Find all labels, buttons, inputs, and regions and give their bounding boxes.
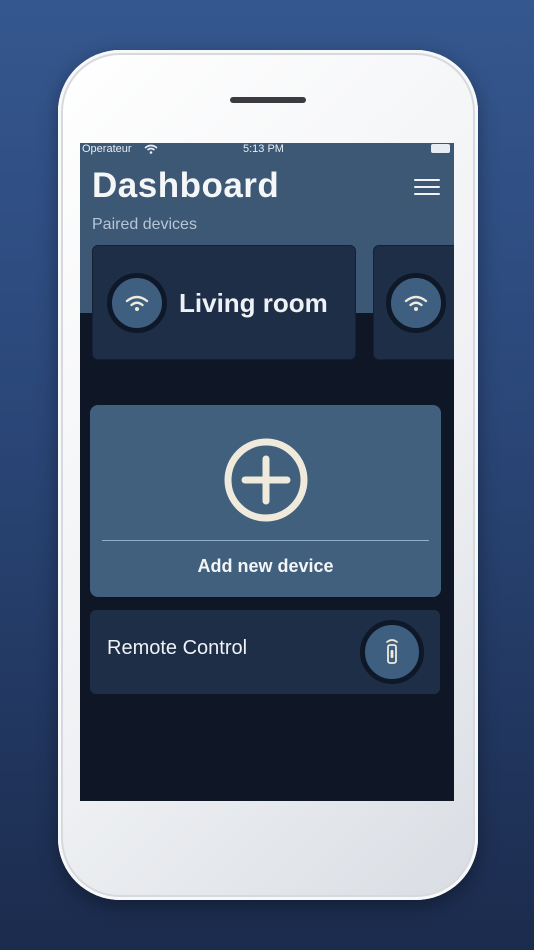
status-bar: Operateur 5:13 PM [80, 143, 454, 157]
menu-line-icon [414, 179, 440, 181]
clock: 5:13 PM [243, 143, 284, 155]
add-device-button[interactable]: Add new device [90, 405, 441, 597]
menu-line-icon [414, 193, 440, 195]
divider [102, 540, 429, 541]
device-label: Living room [179, 288, 328, 318]
menu-line-icon [414, 186, 440, 188]
remote-control-card[interactable]: Remote Control [90, 610, 440, 694]
paired-devices-carousel[interactable]: Living room [92, 245, 454, 363]
wifi-icon [386, 273, 446, 333]
device-card-living-room[interactable]: Living room [92, 245, 356, 360]
page-title: Dashboard [92, 166, 280, 205]
remote-icon [360, 620, 424, 684]
hamburger-menu-button[interactable] [414, 179, 440, 197]
wifi-icon [107, 273, 167, 333]
wifi-status-icon [144, 144, 158, 154]
app-screen: Operateur 5:13 PM Dashboard Paired devic… [80, 143, 454, 801]
phone-frame: Operateur 5:13 PM Dashboard Paired devic… [58, 50, 478, 900]
carrier-name: Operateur [82, 143, 132, 155]
remote-control-label: Remote Control [107, 637, 248, 659]
earpiece-speaker [230, 97, 306, 103]
add-device-label: Add new device [197, 556, 334, 576]
plus-circle-icon [224, 438, 308, 522]
battery-icon [431, 144, 450, 153]
section-subtitle: Paired devices [92, 216, 197, 233]
device-card-second[interactable] [373, 245, 454, 360]
